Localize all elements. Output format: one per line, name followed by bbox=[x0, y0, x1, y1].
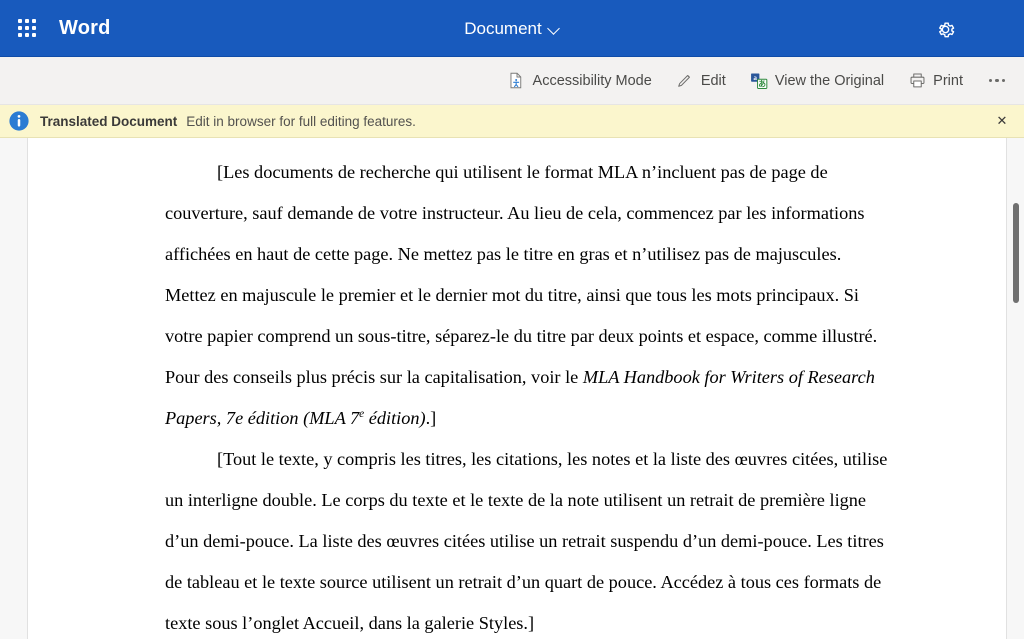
document-paragraph: [Les documents de recherche qui utilisen… bbox=[165, 152, 888, 439]
print-button[interactable]: Print bbox=[899, 65, 972, 97]
app-brand-word[interactable]: Word bbox=[59, 17, 111, 40]
waffle-dot bbox=[18, 33, 22, 37]
document-body[interactable]: [Les documents de recherche qui utilisen… bbox=[28, 138, 1006, 639]
more-options-button[interactable] bbox=[980, 65, 1014, 97]
ellipsis-dot bbox=[989, 79, 993, 83]
text-run: .] bbox=[426, 408, 437, 428]
accessibility-mode-button[interactable]: Accessibility Mode bbox=[499, 65, 661, 97]
waffle-dot bbox=[18, 19, 22, 23]
edit-button[interactable]: Edit bbox=[667, 65, 735, 97]
view-the-original-button[interactable]: a あ View the Original bbox=[741, 65, 893, 97]
ellipsis-dot bbox=[995, 79, 999, 83]
vertical-scrollbar-thumb[interactable] bbox=[1013, 203, 1019, 303]
waffle-dot bbox=[25, 19, 29, 23]
waffle-dot bbox=[18, 26, 22, 30]
chevron-down-icon bbox=[549, 23, 560, 34]
accessibility-document-icon bbox=[508, 72, 526, 90]
close-icon[interactable]: ✕ bbox=[990, 109, 1014, 133]
waffle-dot bbox=[32, 19, 36, 23]
document-title-menu[interactable]: Document bbox=[456, 15, 567, 43]
svg-text:a: a bbox=[753, 74, 757, 82]
accessibility-mode-label: Accessibility Mode bbox=[533, 73, 652, 89]
printer-icon bbox=[908, 72, 926, 90]
app-launcher-icon[interactable] bbox=[11, 12, 43, 44]
ellipsis-dot bbox=[1002, 79, 1006, 83]
gear-icon bbox=[935, 19, 956, 40]
word-online-window: Word Document Acc bbox=[0, 0, 1024, 639]
view-the-original-label: View the Original bbox=[775, 73, 884, 89]
message-bar-title: Translated Document bbox=[40, 114, 177, 129]
text-run: [Les documents de recherche qui utilisen… bbox=[165, 162, 877, 387]
print-label: Print bbox=[933, 73, 963, 89]
text-run: [Tout le texte, y compris les titres, le… bbox=[165, 449, 887, 633]
app-header-bar: Word Document bbox=[0, 0, 1024, 57]
translated-document-message-bar: Translated Document Edit in browser for … bbox=[0, 105, 1024, 138]
svg-text:あ: あ bbox=[758, 79, 766, 88]
settings-gear-button[interactable] bbox=[928, 12, 962, 46]
info-icon bbox=[8, 110, 30, 132]
command-toolbar: Accessibility Mode Edit a あ View the O bbox=[0, 57, 1024, 105]
italic-run: édition) bbox=[364, 408, 425, 428]
translate-icon: a あ bbox=[750, 72, 768, 90]
waffle-dot bbox=[25, 26, 29, 30]
document-paragraph: [Tout le texte, y compris les titres, le… bbox=[165, 439, 888, 639]
message-bar-text: Edit in browser for full editing feature… bbox=[186, 114, 416, 129]
document-page[interactable]: [Les documents de recherche qui utilisen… bbox=[27, 138, 1007, 639]
edit-label: Edit bbox=[701, 73, 726, 89]
waffle-dot bbox=[25, 33, 29, 37]
pencil-icon bbox=[676, 72, 694, 90]
vertical-scrollbar-track[interactable] bbox=[1008, 138, 1024, 639]
document-title-container: Document bbox=[0, 0, 1024, 57]
document-title-label: Document bbox=[464, 19, 541, 39]
waffle-dot bbox=[32, 33, 36, 37]
waffle-dot bbox=[32, 26, 36, 30]
document-canvas: [Les documents de recherche qui utilisen… bbox=[0, 138, 1024, 639]
